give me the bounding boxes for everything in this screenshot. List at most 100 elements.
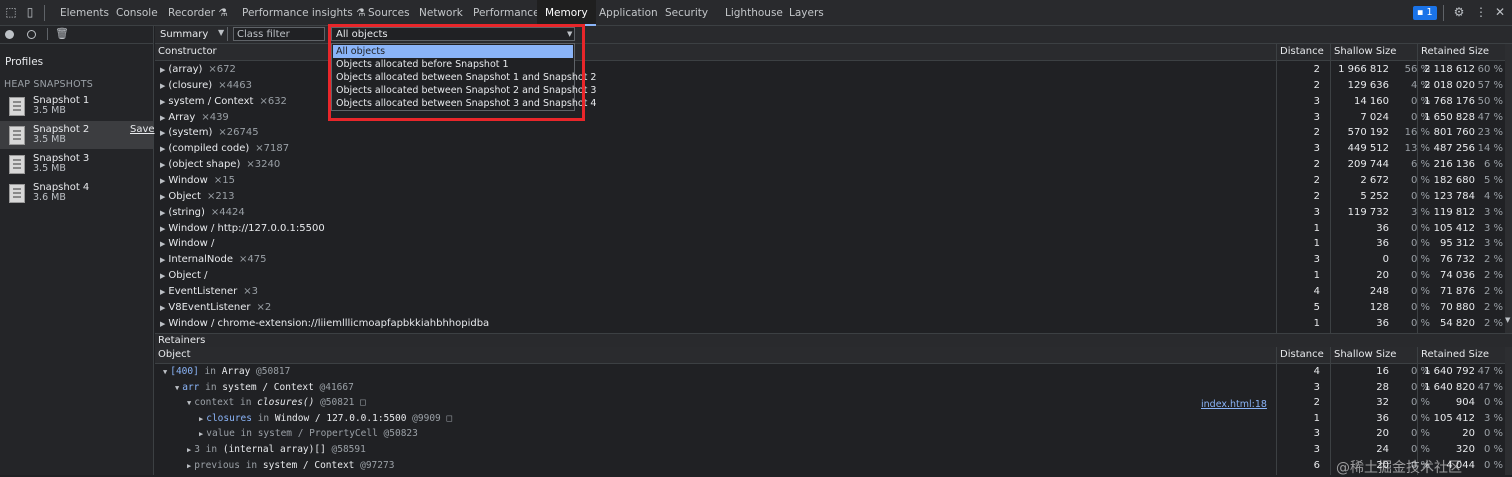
table-row[interactable]: ▶ Window / http://127.0.0.1:5500 1 36 0 % 105…: [155, 221, 1505, 237]
expand-triangle-icon[interactable]: ▶: [160, 256, 165, 264]
snapshot-item[interactable]: Snapshot 1 3.5 MB: [0, 92, 153, 120]
table-row[interactable]: ▶ (string) ×4424 3 119 732 3 % 119 812 3 %: [155, 205, 1505, 221]
column-retained-size[interactable]: Retained Size: [1421, 347, 1489, 363]
expand-triangle-icon[interactable]: ▼: [187, 399, 191, 407]
scroll-down-icon[interactable]: ▼: [1505, 316, 1510, 324]
table-row[interactable]: ▶ (system) ×26745 2 570 192 16 % 801 760 23 %: [155, 125, 1505, 141]
tab-layers[interactable]: Layers: [789, 0, 824, 26]
tab-security[interactable]: Security: [665, 0, 708, 26]
retainer-path-part: [400]: [170, 366, 199, 377]
column-object[interactable]: Object: [158, 347, 191, 363]
expand-triangle-icon[interactable]: ▶: [160, 240, 165, 248]
toolbar-divider: [44, 5, 45, 21]
table-row[interactable]: ▶ Window / chrome-extension://liiemlllicm…: [155, 316, 1505, 332]
expand-triangle-icon[interactable]: ▶: [160, 98, 165, 106]
tab-performance-insights[interactable]: Performance insights ⚗: [242, 0, 366, 26]
expand-triangle-icon[interactable]: ▶: [160, 66, 165, 74]
snapshot-item[interactable]: Snapshot 3 3.5 MB: [0, 150, 153, 178]
expand-triangle-icon[interactable]: ▶: [160, 272, 165, 280]
tab-console[interactable]: Console: [116, 0, 158, 26]
column-retained-size[interactable]: Retained Size: [1421, 44, 1489, 60]
table-row[interactable]: ▶ Object ×213 2 5 252 0 % 123 784 4 %: [155, 189, 1505, 205]
table-row[interactable]: ▶ (compiled code) ×7187 3 449 512 13 % 487 256…: [155, 141, 1505, 157]
retainer-row[interactable]: ▶ closures in Window / 127.0.0.1:5500 @99…: [155, 411, 1505, 427]
table-row[interactable]: ▶ EventListener ×3 4 248 0 % 71 876 2 %: [155, 284, 1505, 300]
retained-size-percent: 5 %: [1483, 174, 1503, 186]
clear-icon[interactable]: [27, 30, 36, 39]
close-icon[interactable]: ✕: [1493, 5, 1507, 19]
column-shallow-size[interactable]: Shallow Size: [1334, 347, 1396, 363]
expand-triangle-icon[interactable]: ▶: [160, 177, 165, 185]
retainer-path-part: Window / 127.0.0.1:5500: [274, 412, 407, 424]
expand-triangle-icon[interactable]: ▶: [160, 288, 165, 296]
expand-triangle-icon[interactable]: ▶: [199, 415, 203, 423]
retainer-row[interactable]: ▶ value in system / PropertyCell @50823 3 2…: [155, 426, 1505, 442]
record-icon[interactable]: [5, 30, 14, 39]
distance-value: 1: [1313, 270, 1320, 282]
summary-scrollbar[interactable]: [1505, 44, 1512, 333]
tab-network[interactable]: Network: [419, 0, 463, 26]
class-filter-input[interactable]: Class filter: [233, 27, 325, 41]
retainer-path-part: in: [199, 444, 223, 455]
expand-triangle-icon[interactable]: ▶: [187, 446, 191, 454]
trash-icon[interactable]: 🗑: [55, 27, 69, 40]
table-row[interactable]: ▶ V8EventListener ×2 5 128 0 % 70 880 2 %: [155, 300, 1505, 316]
tab-memory[interactable]: Memory: [537, 0, 596, 26]
retainer-row[interactable]: ▶ 3 in (internal array)[] @58591 3 24 0 % 320…: [155, 442, 1505, 458]
expand-triangle-icon[interactable]: ▼: [163, 368, 167, 376]
tab-lighthouse[interactable]: Lighthouse: [725, 0, 783, 26]
retained-size-percent: 2 %: [1483, 301, 1503, 313]
constructor-label: V8EventListener: [168, 301, 251, 313]
gear-icon[interactable]: ⚙: [1452, 5, 1466, 19]
devtools-tab-bar: ⬚ ▯ Elements Console Recorder ⚗ Performa…: [0, 0, 1512, 26]
column-distance[interactable]: Distance: [1280, 347, 1324, 363]
table-row[interactable]: ▶ (object shape) ×3240 2 209 744 6 % 216 136 6 …: [155, 157, 1505, 173]
view-select[interactable]: Summary: [160, 29, 208, 40]
distance-value: 3: [1313, 206, 1320, 218]
issues-badge[interactable]: ▪ 1: [1413, 6, 1437, 20]
table-row[interactable]: ▶ InternalNode ×475 3 0 0 % 76 732 2 %: [155, 252, 1505, 268]
table-row[interactable]: ▶ Object /1 20 0 % 74 036 2 %: [155, 268, 1505, 284]
distance-value: 3: [1313, 381, 1320, 393]
expand-triangle-icon[interactable]: ▶: [160, 82, 165, 90]
expand-triangle-icon[interactable]: ▶: [199, 430, 203, 438]
more-options-icon[interactable]: ⋮: [1474, 5, 1488, 19]
inspect-element-icon[interactable]: ⬚: [4, 5, 18, 19]
retainer-row[interactable]: ▶ previous in system / Context @97273 6 20 0…: [155, 458, 1505, 474]
toolbar-divider: [227, 27, 228, 41]
expand-triangle-icon[interactable]: ▶: [160, 145, 165, 153]
expand-triangle-icon[interactable]: ▶: [160, 320, 165, 328]
tab-application[interactable]: Application: [599, 0, 658, 26]
expand-triangle-icon[interactable]: ▶: [160, 129, 165, 137]
column-shallow-size[interactable]: Shallow Size: [1334, 44, 1396, 60]
distance-value: 6: [1313, 459, 1320, 471]
tab-performance[interactable]: Performance: [473, 0, 540, 26]
table-row[interactable]: ▶ Window /1 36 0 % 95 312 3 %: [155, 236, 1505, 252]
save-snapshot-link[interactable]: Save: [130, 124, 155, 135]
retainer-row[interactable]: ▼ context in closures() @50821 □ 2 32 0 % 904…: [155, 395, 1505, 411]
retained-size-value: 105 412: [1433, 412, 1475, 424]
tab-sources[interactable]: Sources: [368, 0, 410, 26]
tab-elements[interactable]: Elements: [60, 0, 109, 26]
expand-triangle-icon[interactable]: ▼: [175, 384, 179, 392]
retainers-scrollbar[interactable]: [1505, 347, 1512, 475]
snapshot-item[interactable]: Snapshot 4 3.6 MB: [0, 179, 153, 207]
column-distance[interactable]: Distance: [1280, 44, 1324, 60]
device-toolbar-icon[interactable]: ▯: [23, 5, 37, 19]
expand-triangle-icon[interactable]: ▶: [160, 304, 165, 312]
table-row[interactable]: ▶ Window ×15 2 2 672 0 % 182 680 5 %: [155, 173, 1505, 189]
expand-triangle-icon[interactable]: ▶: [187, 462, 191, 470]
expand-triangle-icon[interactable]: ▶: [160, 161, 165, 169]
tab-recorder[interactable]: Recorder ⚗: [168, 0, 228, 26]
retainer-row[interactable]: ▼ arr in system / Context @41667 3 28 0 % 1 6…: [155, 380, 1505, 396]
expand-triangle-icon[interactable]: ▶: [160, 225, 165, 233]
expand-triangle-icon[interactable]: ▶: [160, 114, 165, 122]
expand-triangle-icon[interactable]: ▶: [160, 209, 165, 217]
distance-value: 1: [1313, 317, 1320, 329]
retained-size-percent: 47 %: [1477, 381, 1503, 393]
column-constructor[interactable]: Constructor: [158, 44, 217, 60]
expand-triangle-icon[interactable]: ▶: [160, 193, 165, 201]
retainer-row[interactable]: ▼ [400] in Array @50817 4 16 0 % 1 640 792 47 …: [155, 364, 1505, 380]
snapshot-item-selected[interactable]: Snapshot 2 3.5 MB Save: [0, 121, 155, 149]
source-link[interactable]: index.html:18: [1201, 399, 1267, 410]
